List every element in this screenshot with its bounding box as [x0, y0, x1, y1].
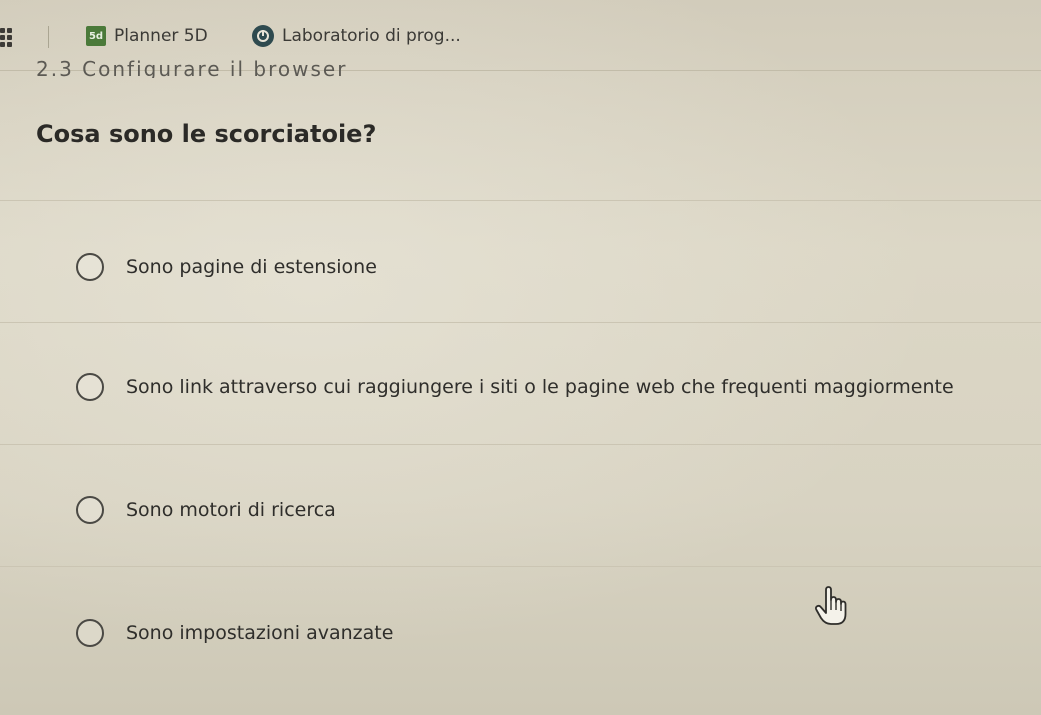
section-heading-text: 2.3 Configurare il browser [36, 57, 348, 78]
answer-option[interactable]: Sono pagine di estensione [76, 250, 377, 284]
divider [0, 444, 1041, 445]
option-label: Sono pagine di estensione [126, 256, 377, 278]
radio-button[interactable] [76, 253, 104, 281]
option-label: Sono motori di ricerca [126, 499, 336, 521]
divider [0, 200, 1041, 201]
radio-button[interactable] [76, 619, 104, 647]
bookmark-laboratorio[interactable]: Laboratorio di prog... [252, 22, 461, 50]
page-background [0, 0, 1041, 715]
radio-button[interactable] [76, 496, 104, 524]
divider [0, 566, 1041, 567]
planner-5d-icon-text: 5d [88, 30, 104, 42]
bookmark-label: Planner 5D [114, 26, 208, 46]
question-title: Cosa sono le scorciatoie? [36, 120, 377, 148]
bookmarks-separator [48, 26, 49, 48]
bookmark-planner-5d[interactable]: 5d Planner 5D [86, 22, 208, 50]
planner-5d-icon: 5d [86, 26, 106, 46]
divider [0, 322, 1041, 323]
hand-cursor-icon [814, 586, 847, 625]
option-label: Sono link attraverso cui raggiungere i s… [126, 376, 954, 398]
section-heading: 2.3 Configurare il browser [36, 56, 436, 78]
apps-grid-icon[interactable] [0, 28, 12, 48]
lab-icon [252, 25, 274, 47]
bookmark-label: Laboratorio di prog... [282, 26, 461, 46]
answer-option[interactable]: Sono link attraverso cui raggiungere i s… [76, 370, 954, 404]
answer-option[interactable]: Sono impostazioni avanzate [76, 616, 393, 650]
answer-option[interactable]: Sono motori di ricerca [76, 493, 336, 527]
option-label: Sono impostazioni avanzate [126, 622, 394, 644]
radio-button[interactable] [76, 373, 104, 401]
